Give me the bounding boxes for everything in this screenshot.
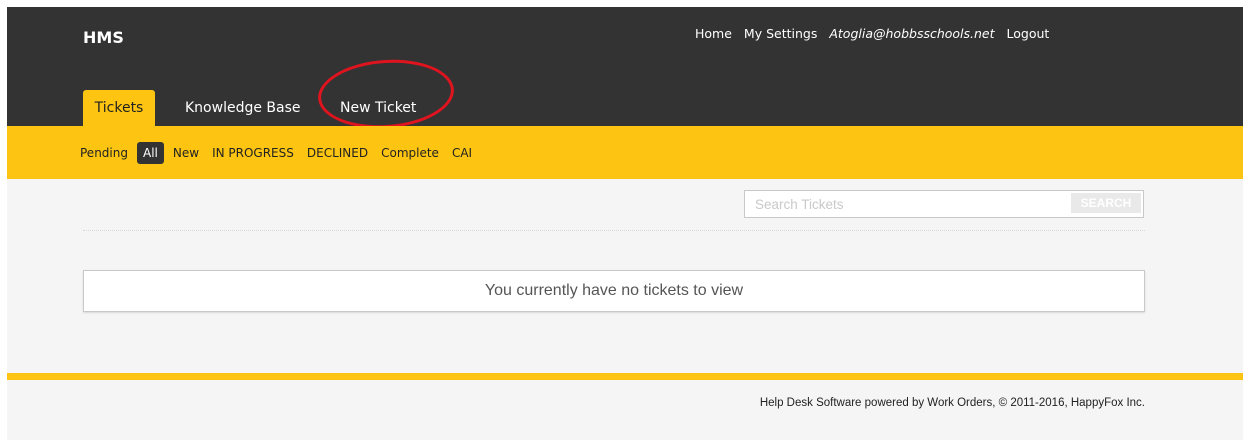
top-header: HMS Home My Settings Atoglia@hobbsschool… [7, 7, 1243, 133]
footer-accent-bar [7, 373, 1243, 380]
search-button[interactable]: SEARCH [1071, 193, 1141, 213]
status-filter-bar: Pending All New IN PROGRESS DECLINED Com… [7, 126, 1243, 179]
filter-pending[interactable]: Pending [76, 142, 132, 164]
tab-tickets[interactable]: Tickets [83, 90, 155, 126]
footer-credits: Help Desk Software powered by Work Order… [760, 397, 1145, 409]
empty-state-message: You currently have no tickets to view [83, 270, 1145, 312]
brand-logo[interactable]: HMS [83, 28, 124, 47]
my-settings-link[interactable]: My Settings [744, 26, 817, 41]
tab-knowledge-base[interactable]: Knowledge Base [185, 90, 301, 126]
search-input[interactable] [745, 191, 1070, 217]
filter-in-progress[interactable]: IN PROGRESS [208, 142, 298, 164]
tab-new-ticket[interactable]: New Ticket [340, 90, 416, 126]
user-email[interactable]: Atoglia@hobbsschools.net [829, 26, 994, 41]
footer-copyright: powered by Work Orders, © 2011-2016, Hap… [861, 397, 1145, 409]
page: HMS Home My Settings Atoglia@hobbsschool… [7, 7, 1243, 440]
home-link[interactable]: Home [695, 26, 732, 41]
divider [83, 230, 1145, 231]
filter-declined[interactable]: DECLINED [303, 142, 372, 164]
top-nav: Home My Settings Atoglia@hobbsschools.ne… [695, 26, 1049, 41]
status-filter-list: Pending All New IN PROGRESS DECLINED Com… [76, 142, 476, 164]
filter-new[interactable]: New [169, 142, 203, 164]
filter-complete[interactable]: Complete [377, 142, 443, 164]
logout-link[interactable]: Logout [1007, 26, 1050, 41]
filter-cai[interactable]: CAI [448, 142, 476, 164]
footer-help-desk-link[interactable]: Help Desk Software [760, 397, 862, 409]
filter-all[interactable]: All [136, 142, 164, 164]
search-bar: SEARCH [744, 190, 1144, 218]
